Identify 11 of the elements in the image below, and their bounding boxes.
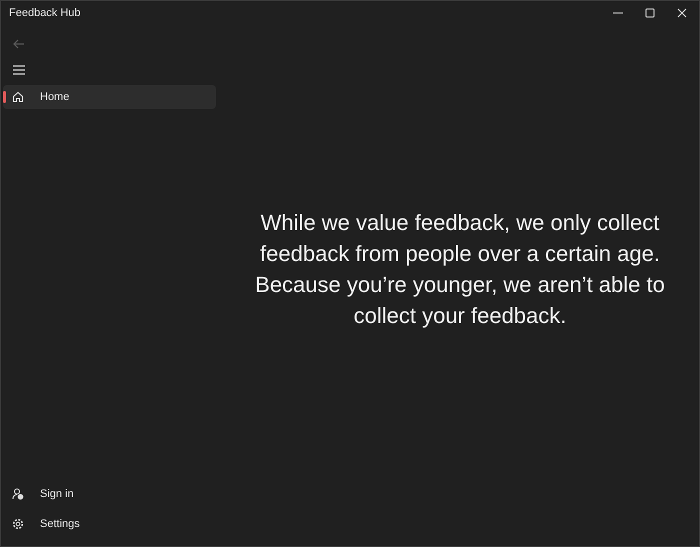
age-restriction-message: While we value feedback, we only collect feedback from people over a certain age. Because you’re younger, we aren’t able to collect your feedback. <box>254 208 666 330</box>
nav-item[interactable]: Home <box>3 85 216 109</box>
close-icon[interactable] <box>677 8 687 18</box>
settings-icon <box>12 518 24 530</box>
menu-icon[interactable] <box>13 65 25 75</box>
maximize-icon[interactable] <box>645 8 655 18</box>
person-icon <box>12 488 24 500</box>
nav-item[interactable]: Settings <box>3 510 216 537</box>
nav-item[interactable]: Sign in <box>3 480 216 507</box>
window-title: Feedback Hub <box>9 7 81 19</box>
home-icon <box>12 91 24 103</box>
